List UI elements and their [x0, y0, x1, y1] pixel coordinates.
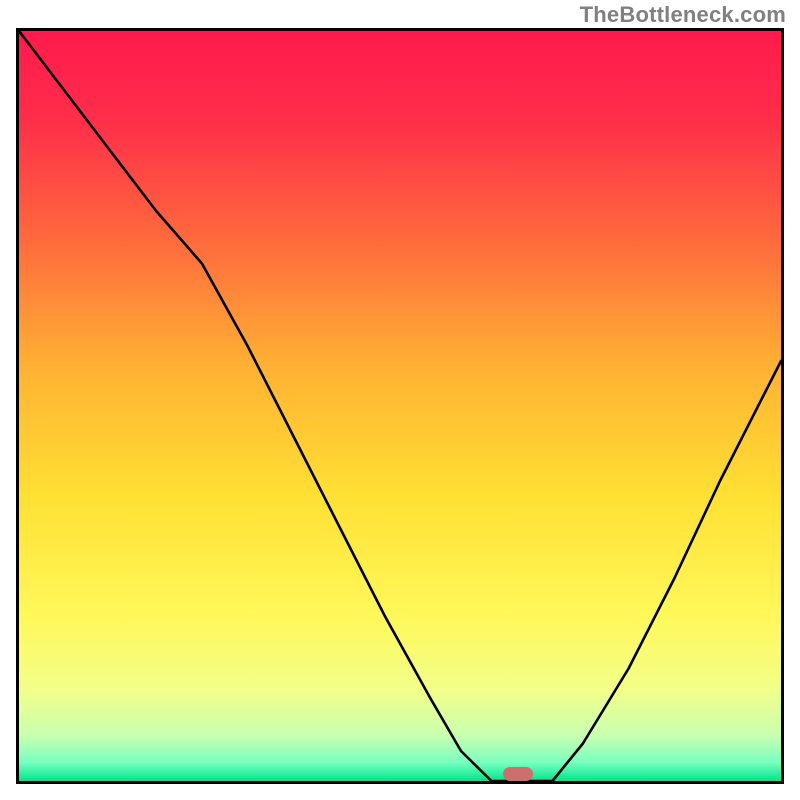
chart-container: TheBottleneck.com [0, 0, 800, 800]
gradient-background [19, 31, 781, 781]
plot-frame [16, 28, 784, 784]
plot-svg [19, 31, 781, 781]
optimal-point-marker [503, 767, 533, 781]
watermark-text: TheBottleneck.com [580, 2, 786, 28]
